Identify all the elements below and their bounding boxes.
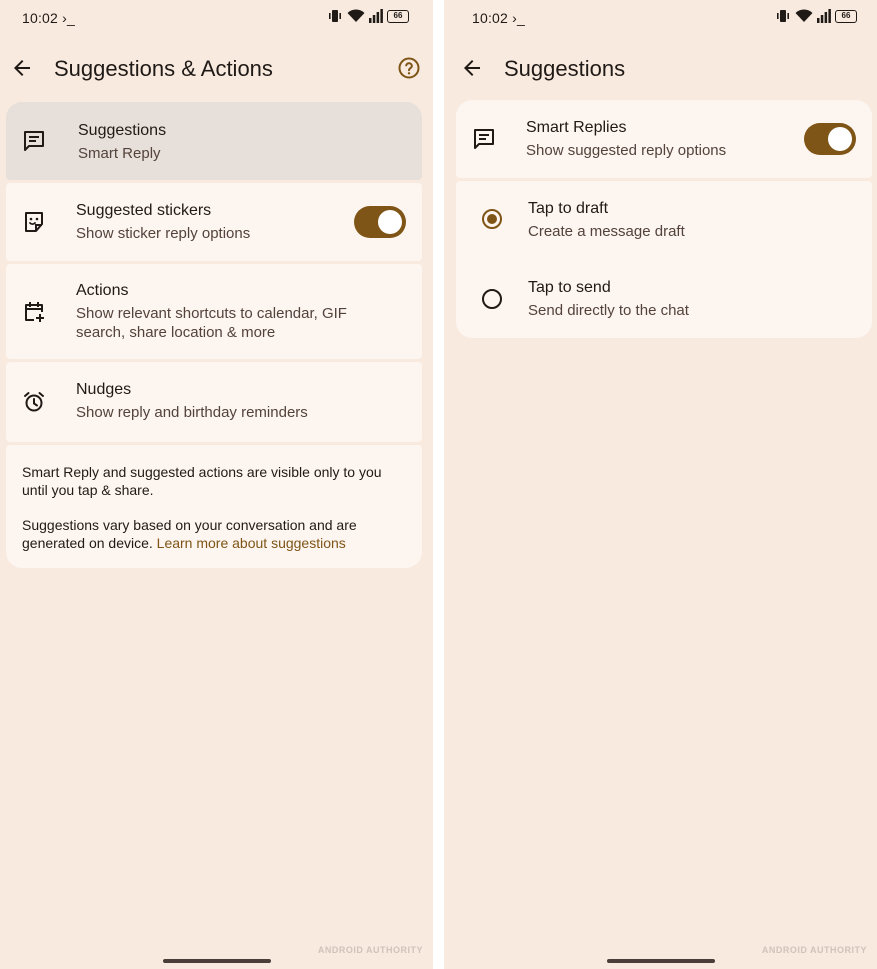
nudges-subtitle: Show reply and birthday reminders <box>76 404 308 421</box>
wifi-icon <box>347 9 365 22</box>
suggestions-item[interactable]: Suggestions Smart Reply <box>6 102 422 180</box>
status-icons: 66 <box>775 9 857 23</box>
smart-replies-item[interactable]: Smart Replies Show suggested reply optio… <box>456 100 872 178</box>
tap-to-draft-title: Tap to draft <box>528 200 609 217</box>
tap-to-draft-subtitle: Create a message draft <box>528 223 685 240</box>
watermark: ANDROID AUTHORITY <box>317 945 423 955</box>
status-bar: 10:02 ›_ 66 <box>444 0 877 36</box>
signal-icon <box>369 9 383 23</box>
battery-icon: 66 <box>387 9 409 23</box>
footer-info: Smart Reply and suggested actions are vi… <box>6 445 422 568</box>
calendar-add-icon <box>25 302 44 322</box>
wifi-icon <box>795 9 813 22</box>
tap-to-send-title: Tap to send <box>528 279 611 296</box>
sticker-icon <box>25 212 43 232</box>
settings-list: Suggestions Smart Reply Suggested sticke… <box>6 102 422 568</box>
tap-to-send-option[interactable]: Tap to send Send directly to the chat <box>456 259 872 338</box>
page-title: Suggestions <box>504 56 626 81</box>
status-icons: 66 <box>327 9 409 23</box>
suggestions-title: Suggestions <box>78 122 167 139</box>
learn-more-link[interactable]: Learn more about suggestions <box>157 535 346 551</box>
smart-replies-title: Smart Replies <box>526 119 627 136</box>
actions-item[interactable]: Actions Show relevant shortcuts to calen… <box>6 264 422 359</box>
settings-list: Smart Replies Show suggested reply optio… <box>456 100 872 338</box>
help-icon[interactable] <box>397 56 421 80</box>
reply-mode-group: Tap to draft Create a message draft Tap … <box>456 181 872 338</box>
vibrate-icon <box>777 10 789 22</box>
suggested-stickers-subtitle: Show sticker reply options <box>76 225 251 242</box>
signal-icon <box>817 9 831 23</box>
battery-icon: 66 <box>835 9 857 23</box>
back-arrow-icon[interactable] <box>460 56 484 80</box>
home-handle[interactable] <box>162 959 271 963</box>
watermark: ANDROID AUTHORITY <box>761 945 867 955</box>
tap-to-send-subtitle: Send directly to the chat <box>528 302 689 319</box>
vibrate-icon <box>329 10 341 22</box>
status-time: 10:02 ›_ <box>472 10 525 26</box>
suggested-stickers-item[interactable]: Suggested stickers Show sticker reply op… <box>6 183 422 261</box>
suggestions-subtitle: Smart Reply <box>78 145 161 162</box>
suggestions-actions-screen: 10:02 ›_ 66 Suggestions & Actions Sugges… <box>0 0 433 969</box>
smart-replies-toggle[interactable] <box>804 123 856 155</box>
app-bar: Suggestions & Actions <box>0 48 433 90</box>
actions-subtitle: Show relevant shortcuts to calendar, GIF… <box>76 305 347 341</box>
page-title: Suggestions & Actions <box>54 56 273 81</box>
tap-to-draft-option[interactable]: Tap to draft Create a message draft <box>456 181 872 259</box>
message-icon <box>474 129 494 149</box>
footer-privacy-text: Smart Reply and suggested actions are vi… <box>22 464 382 498</box>
toggle-thumb <box>828 127 852 151</box>
suggestions-screen: 10:02 ›_ 66 Suggestions Smart Replies Sh… <box>444 0 877 969</box>
app-bar: Suggestions <box>444 48 877 90</box>
nudges-item[interactable]: Nudges Show reply and birthday reminders <box>6 362 422 442</box>
suggested-stickers-toggle[interactable] <box>354 206 406 238</box>
toggle-thumb <box>378 210 402 234</box>
tap-to-draft-radio[interactable] <box>482 209 502 229</box>
actions-title: Actions <box>76 282 129 299</box>
status-time: 10:02 ›_ <box>22 10 75 26</box>
smart-replies-subtitle: Show suggested reply options <box>526 142 727 159</box>
back-arrow-icon[interactable] <box>10 56 34 80</box>
status-bar: 10:02 ›_ 66 <box>0 0 433 36</box>
message-icon <box>24 131 44 151</box>
tap-to-send-radio[interactable] <box>482 289 502 309</box>
footer-suggestions-text: Suggestions vary based on your conversat… <box>22 517 357 551</box>
alarm-icon <box>24 392 44 412</box>
suggested-stickers-title: Suggested stickers <box>76 202 212 219</box>
home-handle[interactable] <box>606 959 715 963</box>
nudges-title: Nudges <box>76 381 132 398</box>
